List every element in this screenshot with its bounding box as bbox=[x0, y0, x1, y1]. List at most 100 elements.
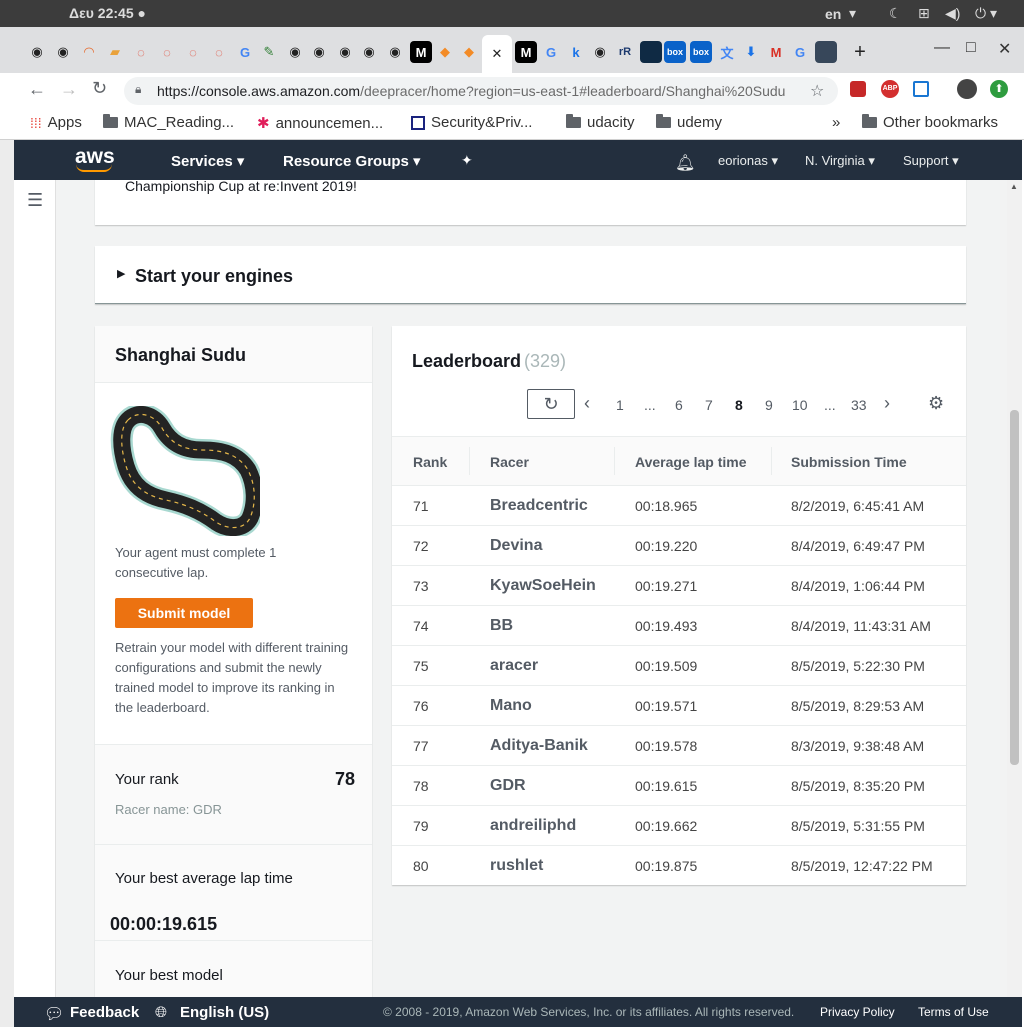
page-7[interactable]: 7 bbox=[705, 397, 713, 413]
region-menu[interactable]: N. Virginia ▾ bbox=[805, 153, 875, 169]
volume-icon[interactable]: ◀) bbox=[945, 5, 960, 22]
minimize-icon[interactable]: — bbox=[934, 39, 950, 57]
aws-console-icon[interactable] bbox=[815, 41, 837, 63]
chevron-down-icon[interactable]: ▾ bbox=[849, 5, 856, 22]
keyboard-language[interactable]: en bbox=[825, 6, 841, 22]
google-icon[interactable]: G bbox=[540, 41, 562, 63]
github-icon[interactable]: ◉ bbox=[284, 41, 306, 63]
power-icon[interactable]: ⏻ ▾ bbox=[975, 5, 997, 22]
download-icon[interactable]: ⬇ bbox=[740, 41, 762, 63]
caret-right-icon: ▶ bbox=[117, 268, 126, 280]
github-icon[interactable]: ◉ bbox=[384, 41, 406, 63]
notification-bell-icon[interactable]: 🔔︎ bbox=[675, 153, 695, 173]
gmail-icon[interactable]: M bbox=[765, 41, 787, 63]
update-icon[interactable]: ⬆ bbox=[990, 80, 1008, 98]
drawing-icon[interactable]: ✎ bbox=[258, 41, 280, 63]
scroll-up-icon[interactable]: ▲ bbox=[1010, 182, 1018, 191]
avatar[interactable] bbox=[957, 79, 977, 99]
new-tab-plus-icon[interactable]: + bbox=[849, 41, 871, 63]
support-menu[interactable]: Support ▾ bbox=[903, 153, 959, 169]
url-bar[interactable]: 🔒︎ https://console.aws.amazon.com/deepra… bbox=[124, 77, 838, 105]
box-icon[interactable]: ◆ bbox=[458, 41, 480, 63]
google-icon[interactable]: G bbox=[789, 41, 811, 63]
globe-icon[interactable]: 🌐︎ bbox=[155, 1004, 167, 1021]
forward-icon[interactable]: → bbox=[60, 79, 78, 100]
lock-icon[interactable]: 🔒︎ bbox=[135, 82, 141, 97]
racer-cell: BB bbox=[490, 617, 514, 634]
book-icon[interactable]: ▰ bbox=[104, 41, 126, 63]
feedback-icon[interactable]: 💬︎ bbox=[44, 1004, 64, 1024]
os-clock[interactable]: Δευ 22:45 ● bbox=[0, 5, 215, 21]
page-8-current[interactable]: 8 bbox=[735, 397, 743, 413]
page-scrollbar[interactable]: ▲ bbox=[1007, 180, 1022, 997]
page-33[interactable]: 33 bbox=[851, 397, 867, 413]
column-submission-time[interactable]: Submission Time bbox=[791, 454, 907, 470]
column-racer[interactable]: Racer bbox=[490, 454, 529, 470]
account-menu[interactable]: eorionas ▾ bbox=[718, 153, 778, 169]
pin-icon[interactable]: ✦ bbox=[461, 152, 473, 169]
hamburger-menu-icon[interactable]: ☰ bbox=[27, 190, 43, 211]
reload-icon[interactable]: ↻ bbox=[92, 78, 107, 99]
extension-icon[interactable] bbox=[850, 81, 866, 97]
back-icon[interactable]: ← bbox=[28, 79, 46, 100]
bookmark-mac-reading[interactable]: MAC_Reading... bbox=[103, 114, 234, 131]
spinner-icon[interactable]: ◌ bbox=[182, 41, 204, 63]
bookmark-announcements[interactable]: ✱ announcemen... bbox=[257, 114, 383, 133]
spinner-icon[interactable]: ◌ bbox=[130, 41, 152, 63]
scrollbar-thumb[interactable] bbox=[1010, 410, 1019, 765]
column-rank[interactable]: Rank bbox=[413, 454, 447, 470]
bookmark-star-icon[interactable]: ☆ bbox=[810, 81, 824, 101]
github-icon[interactable]: ◉ bbox=[358, 41, 380, 63]
github-icon[interactable]: ◉ bbox=[308, 41, 330, 63]
github-icon[interactable]: ◉ bbox=[52, 41, 74, 63]
page-10[interactable]: 10 bbox=[792, 397, 808, 413]
settings-gear-icon[interactable]: ⚙ bbox=[928, 393, 944, 414]
extension-window-icon[interactable] bbox=[913, 81, 929, 97]
bookmarks-overflow-icon[interactable]: » bbox=[832, 114, 840, 131]
adblock-icon[interactable]: ABP bbox=[881, 80, 899, 98]
dark-app-icon[interactable] bbox=[640, 41, 662, 63]
close-icon[interactable]: ✕ bbox=[492, 46, 503, 62]
translate-icon[interactable]: 文 bbox=[716, 41, 738, 63]
medium-icon[interactable]: M bbox=[515, 41, 537, 63]
other-bookmarks[interactable]: Other bookmarks bbox=[862, 114, 998, 131]
bookmark-security[interactable]: Security&Priv... bbox=[411, 114, 532, 131]
network-icon[interactable]: ⊞ bbox=[918, 5, 930, 22]
box-icon[interactable]: ◆ bbox=[434, 41, 456, 63]
github-icon[interactable]: ◉ bbox=[589, 41, 611, 63]
page-1[interactable]: 1 bbox=[616, 397, 624, 413]
medium-icon[interactable]: M bbox=[410, 41, 432, 63]
rr-icon[interactable]: rR bbox=[614, 41, 636, 63]
bookmark-udemy[interactable]: udemy bbox=[656, 114, 722, 131]
page-6[interactable]: 6 bbox=[675, 397, 683, 413]
night-light-icon[interactable]: ☾ bbox=[889, 5, 902, 22]
lap-time-cell: 00:19.578 bbox=[635, 738, 698, 754]
bookmark-udacity[interactable]: udacity bbox=[566, 114, 635, 131]
active-tab[interactable]: ✕ bbox=[482, 35, 512, 73]
prev-page-icon[interactable]: ‹ bbox=[584, 393, 590, 414]
privacy-policy-link[interactable]: Privacy Policy bbox=[820, 1005, 895, 1019]
window-close-icon[interactable]: ✕ bbox=[998, 39, 1011, 59]
k-icon[interactable]: k bbox=[565, 41, 587, 63]
box-icon[interactable]: box bbox=[690, 41, 712, 63]
column-average-lap-time[interactable]: Average lap time bbox=[635, 454, 747, 470]
resource-groups-menu[interactable]: Resource Groups ▾ bbox=[283, 152, 421, 170]
terms-of-use-link[interactable]: Terms of Use bbox=[918, 1005, 989, 1019]
maximize-icon[interactable]: □ bbox=[966, 39, 976, 57]
github-icon[interactable]: ◉ bbox=[26, 41, 48, 63]
github-icon[interactable]: ◉ bbox=[334, 41, 356, 63]
orange-arc-icon[interactable]: ◠ bbox=[78, 41, 100, 63]
spinner-icon[interactable]: ◌ bbox=[208, 41, 230, 63]
start-engines-expander[interactable]: ▶ Start your engines bbox=[95, 246, 966, 304]
submit-model-button[interactable]: Submit model bbox=[115, 598, 253, 628]
box-icon[interactable]: box bbox=[664, 41, 686, 63]
google-icon[interactable]: G bbox=[234, 41, 256, 63]
bookmark-apps[interactable]: ⁞⁞⁞ Apps bbox=[30, 114, 82, 131]
page-9[interactable]: 9 bbox=[765, 397, 773, 413]
services-menu[interactable]: Services ▾ bbox=[171, 152, 244, 170]
refresh-button[interactable]: ↻ bbox=[527, 389, 575, 419]
language-selector[interactable]: English (US) bbox=[180, 1004, 269, 1021]
feedback-link[interactable]: Feedback bbox=[70, 1004, 139, 1021]
spinner-icon[interactable]: ◌ bbox=[156, 41, 178, 63]
next-page-icon[interactable]: › bbox=[884, 393, 890, 414]
